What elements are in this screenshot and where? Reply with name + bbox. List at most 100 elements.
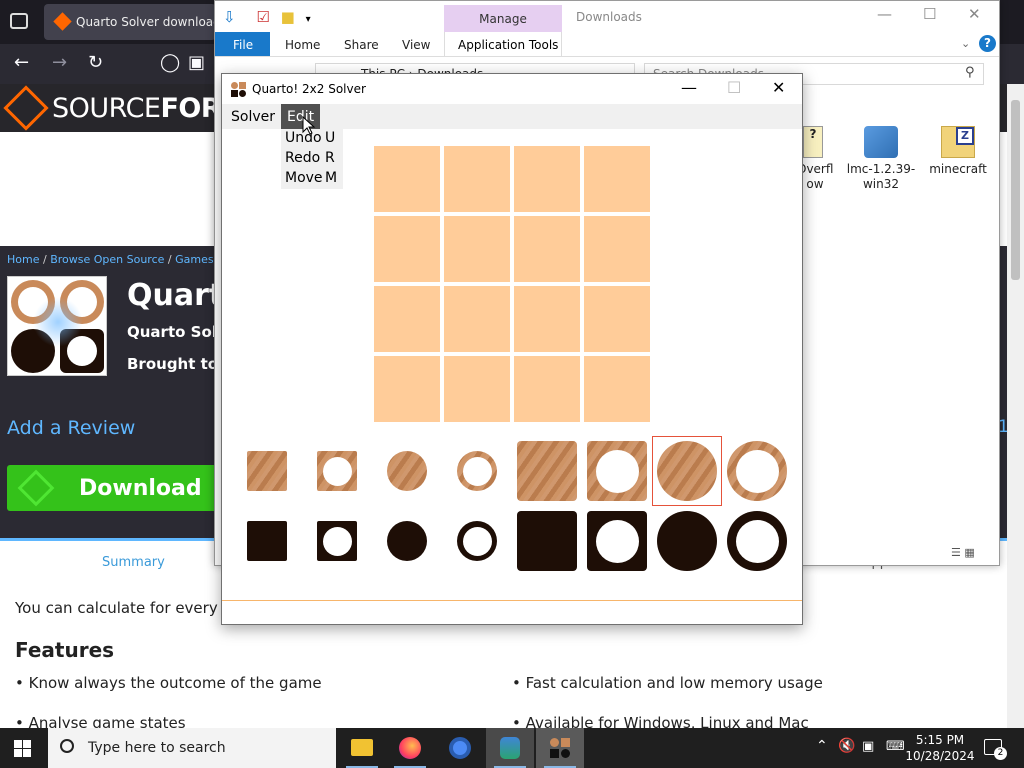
ribbon-tab-file[interactable]: File	[215, 32, 270, 56]
tab-summary[interactable]: Summary	[102, 555, 165, 570]
menu-item-move[interactable]: Move M	[281, 169, 343, 189]
taskbar-search-input[interactable]: Type here to search	[48, 728, 336, 768]
window-title: Quarto! 2x2 Solver	[252, 82, 366, 96]
download-arrow-icon[interactable]: ⇩	[223, 8, 236, 26]
manage-context-tab[interactable]: Manage	[444, 5, 562, 32]
piece-hole	[735, 519, 779, 563]
quarto-piece[interactable]	[317, 451, 357, 491]
properties-icon[interactable]: ☑	[256, 8, 269, 26]
ime-icon[interactable]: ⌨	[886, 739, 905, 754]
ribbon-tab-view[interactable]: View	[402, 38, 430, 52]
browser-scrollbar[interactable]	[1007, 84, 1024, 728]
network-icon[interactable]: ▣	[862, 739, 874, 754]
tray-chevron-up-icon[interactable]: ⌃	[816, 738, 828, 754]
quarto-piece[interactable]	[247, 521, 287, 561]
stackoverflow-icon: ?	[803, 126, 823, 158]
piece-hole	[735, 449, 779, 493]
help-icon[interactable]: ?	[979, 35, 996, 52]
new-folder-icon[interactable]: ■	[281, 8, 295, 26]
close-icon[interactable]: ✕	[968, 5, 981, 23]
shield-icon[interactable]: ◯	[160, 52, 180, 73]
minimize-icon[interactable]: —	[877, 5, 892, 23]
board-cell[interactable]	[444, 356, 510, 422]
piece-hole	[322, 526, 352, 556]
maximize-icon[interactable]: ☐	[923, 5, 936, 23]
explorer-ribbon	[215, 32, 999, 57]
clock-date: 10/28/2024	[905, 749, 975, 763]
lock-icon[interactable]: ▣	[188, 52, 205, 73]
board-cell[interactable]	[584, 146, 650, 212]
sourceforge-favicon-icon	[53, 12, 72, 31]
board-cell[interactable]	[584, 216, 650, 282]
browser-tab-quarto[interactable]: Quarto Solver download |	[44, 4, 216, 40]
quarto-piece[interactable]	[587, 441, 647, 501]
quarto-piece[interactable]	[727, 511, 787, 571]
quarto-app-icon	[550, 738, 570, 758]
volume-muted-icon[interactable]: 🔇	[838, 738, 855, 754]
breadcrumb-games[interactable]: Games	[175, 253, 213, 266]
file-name: lmc-1.2.39- win32	[846, 162, 916, 191]
file-item[interactable]: lmc-1.2.39- win32	[845, 126, 917, 192]
maximize-icon[interactable]: ☐	[727, 78, 741, 97]
ribbon-tab-application-tools[interactable]: Application Tools	[444, 32, 562, 57]
menu-solver[interactable]: Solver	[225, 104, 281, 129]
quarto-piece[interactable]	[517, 511, 577, 571]
quarto-piece[interactable]	[247, 451, 287, 491]
reload-icon[interactable]: ↻	[88, 52, 103, 73]
add-review-link[interactable]: Add a Review	[7, 417, 135, 439]
chromium-icon	[449, 737, 471, 759]
notification-count-badge: 2	[994, 747, 1007, 760]
board-cell[interactable]	[374, 216, 440, 282]
board-cell[interactable]	[374, 286, 440, 352]
breadcrumb-home[interactable]: Home	[7, 253, 39, 266]
ribbon-expand-chevron-icon[interactable]: ⌄	[961, 37, 970, 50]
tab-list-icon[interactable]	[10, 13, 28, 29]
board-cell[interactable]	[584, 356, 650, 422]
project-logo	[7, 276, 107, 376]
search-icon: ⚲	[965, 65, 975, 80]
taskbar-chromium[interactable]	[436, 728, 484, 768]
feature-item: • Fast calculation and low memory usage	[512, 674, 823, 692]
piece-hole	[595, 449, 639, 493]
quarto-piece[interactable]	[517, 441, 577, 501]
board-cell[interactable]	[514, 286, 580, 352]
back-arrow-icon[interactable]: ←	[14, 52, 29, 73]
quarto-piece[interactable]	[387, 521, 427, 561]
taskbar-firefox[interactable]	[386, 728, 434, 768]
quarto-piece[interactable]	[657, 511, 717, 571]
board-cell[interactable]	[374, 356, 440, 422]
taskbar-quarto-app[interactable]	[536, 728, 584, 768]
quarto-piece[interactable]	[457, 521, 497, 561]
download-icon	[17, 469, 55, 507]
quarto-piece[interactable]	[387, 451, 427, 491]
close-icon[interactable]: ✕	[772, 78, 785, 97]
quarto-piece[interactable]	[727, 441, 787, 501]
windows-start-icon[interactable]	[14, 740, 31, 757]
breadcrumb-browse[interactable]: Browse Open Source	[50, 253, 164, 266]
ribbon-tab-share[interactable]: Share	[344, 38, 379, 52]
ribbon-tab-home[interactable]: Home	[285, 38, 320, 52]
quarto-piece[interactable]	[317, 521, 357, 561]
board-cell[interactable]	[514, 146, 580, 212]
minimize-icon[interactable]: —	[681, 78, 697, 97]
clock[interactable]: 5:15 PM 10/28/2024	[905, 732, 975, 764]
edit-dropdown-menu: Undo U Redo R Move M	[281, 129, 343, 189]
board-cell[interactable]	[514, 216, 580, 282]
board-cell[interactable]	[374, 146, 440, 212]
view-details-icon[interactable]: ☰ ▦	[951, 546, 975, 559]
menu-item-redo[interactable]: Redo R	[281, 149, 343, 169]
file-item[interactable]: Z minecraft	[925, 126, 991, 177]
quarto-piece[interactable]	[457, 451, 497, 491]
download-button[interactable]: Download	[7, 465, 217, 511]
quarto-piece[interactable]	[587, 511, 647, 571]
taskbar-lmc-app[interactable]	[486, 728, 534, 768]
customize-toolbar-icon[interactable]: ▾	[306, 14, 311, 25]
board-cell[interactable]	[584, 286, 650, 352]
board-cell[interactable]	[444, 146, 510, 212]
board-cell[interactable]	[514, 356, 580, 422]
board-cell[interactable]	[444, 216, 510, 282]
scrollbar-thumb[interactable]	[1011, 100, 1020, 280]
forward-arrow-icon[interactable]: →	[52, 52, 67, 73]
taskbar-file-explorer[interactable]	[338, 728, 386, 768]
board-cell[interactable]	[444, 286, 510, 352]
